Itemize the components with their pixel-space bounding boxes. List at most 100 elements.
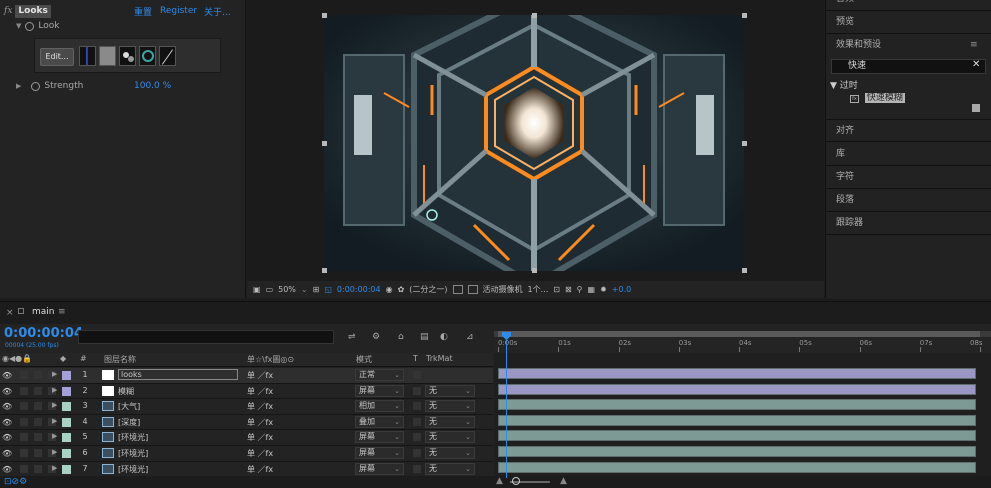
tab-menu-icon[interactable]: ≡ [58,307,66,317]
layer-row[interactable]: 👁 ▶ 1 looks 单 ／fx 正常 ⌄ [0,368,493,384]
new-folder-icon[interactable] [972,104,980,112]
camera-select[interactable]: 活动摄像机 [483,284,523,295]
panel-effects-presets[interactable]: 效果和预设 [826,34,991,57]
layer-name[interactable]: [环境光] [118,464,148,475]
resize-handle[interactable] [742,13,747,18]
expand-triangle-icon[interactable]: ▼ [16,22,21,30]
solo-toggle[interactable] [34,417,42,426]
trkmat-select[interactable]: 无 ⌄ [425,415,475,428]
look-thumb-2[interactable] [99,46,116,66]
visibility-eye-icon[interactable]: 👁 [2,371,12,380]
look-thumb-4[interactable] [139,46,156,66]
mask-toggle-icon[interactable]: ◱ [324,285,332,294]
layer-name[interactable]: [大气] [118,401,140,412]
chevron-down-icon[interactable]: ⌄ [301,285,308,294]
frame-blending-icon[interactable]: ▤ [420,332,429,342]
blend-mode-select[interactable]: 屏幕 ⌄ [355,462,404,475]
solo-toggle[interactable] [34,386,42,395]
label-color-swatch[interactable] [62,433,71,443]
column-mode[interactable]: 模式 [356,354,372,365]
time-ruler[interactable]: 0:00s 01s 02s 03s 04s 05s 06s 07s 08s [494,331,991,352]
snapshot-icon[interactable]: ▦ [588,285,596,294]
reset-link[interactable]: 重置 [134,5,152,18]
audio-toggle[interactable] [20,464,28,473]
layer-name[interactable]: [环境光] [118,448,148,459]
layer-duration-bar[interactable] [498,399,976,411]
layer-switches[interactable]: 单 ／fx [247,432,273,443]
draft-3d-icon[interactable]: ⚙ [372,332,380,342]
monitor-icon[interactable]: ▣ [253,285,261,294]
preserve-transparency-toggle[interactable] [413,433,421,442]
about-link[interactable]: 关于... [204,5,231,18]
panel-paragraph[interactable]: 段落 [826,189,991,212]
strength-value[interactable]: 100.0 % [134,81,171,91]
look-thumb-5[interactable] [159,46,176,66]
expand-triangle-icon[interactable]: ▶ [52,401,57,409]
panel-character[interactable]: 字符 [826,166,991,189]
resize-handle[interactable] [322,268,327,273]
effect-name[interactable]: Looks [15,4,51,18]
timeline-timecode[interactable]: 0:00:00:04 [4,326,83,341]
preserve-transparency-toggle[interactable] [413,417,421,426]
column-trkmat[interactable]: TrkMat [426,354,453,363]
panel-menu-icon[interactable]: ≡ [970,40,978,50]
label-color-swatch[interactable] [62,386,71,396]
layer-row[interactable]: 👁 ▶ 5 [环境光] 单 ／fx 屏幕 ⌄ 无 ⌄ [0,430,493,446]
resize-handle[interactable] [322,13,327,18]
look-thumb-1[interactable] [79,46,96,66]
layer-name[interactable]: [环境光] [118,432,148,443]
audio-toggle[interactable] [20,433,28,442]
panel-align[interactable]: 对齐 [826,119,991,142]
region-icon[interactable] [452,285,463,294]
expand-triangle-icon[interactable]: ▶ [52,370,57,378]
visibility-eye-icon[interactable]: 👁 [2,418,12,427]
camera-icon[interactable]: ◉ [386,285,393,294]
preserve-transparency-toggle[interactable] [413,371,421,379]
label-color-swatch[interactable] [62,449,71,458]
expand-triangle-icon[interactable]: ▼ [830,81,837,91]
solo-toggle[interactable] [34,402,42,411]
visibility-eye-icon[interactable]: 👁 [2,387,12,396]
tab-main[interactable]: main [32,307,55,317]
visibility-eye-icon[interactable]: 👁 [2,433,12,442]
expand-triangle-icon[interactable]: ▶ [52,417,57,425]
audio-toggle[interactable] [20,417,28,426]
solo-toggle[interactable] [34,371,42,379]
comp-mini-flowchart-icon[interactable]: ⇌ [348,332,356,342]
render-time-icon[interactable]: ⊡⊘⚙ [4,477,27,487]
expand-triangle-icon[interactable]: ▶ [52,386,57,394]
layer-switches[interactable]: 单 ／fx [247,464,273,475]
layer-row[interactable]: 👁 ▶ 3 [大气] 单 ／fx 相加 ⌄ 无 ⌄ [0,399,493,415]
zoom-slider-thumb[interactable] [512,477,520,485]
audio-toggle[interactable] [20,402,28,411]
trkmat-select[interactable]: 无 ⌄ [425,400,475,413]
visibility-eye-icon[interactable]: 👁 [2,465,12,474]
safe-zones-icon[interactable]: ⊞ [313,285,320,294]
exposure-value[interactable]: +0.0 [612,285,631,294]
layer-row[interactable]: 👁 ▶ 7 [环境光] 单 ／fx 屏幕 ⌄ 无 ⌄ [0,462,493,478]
preserve-transparency-toggle[interactable] [413,402,421,411]
solo-toggle[interactable] [34,464,42,473]
blend-mode-select[interactable]: 正常 ⌄ [355,369,404,381]
layer-search-input[interactable] [78,330,334,344]
blend-mode-select[interactable]: 相加 ⌄ [355,400,404,413]
trkmat-select[interactable]: 无 ⌄ [425,447,475,459]
audio-toggle[interactable] [20,386,28,395]
fx-icon[interactable]: fx [4,6,12,16]
layer-name[interactable]: 模糊 [118,386,134,397]
audio-toggle[interactable] [20,449,28,457]
layer-name[interactable]: [深度] [118,417,140,428]
panel-preview[interactable]: 预览 [826,11,991,34]
composition-canvas[interactable] [324,15,744,271]
viewer-timecode[interactable]: 0:00:00:04 [337,285,381,294]
layer-duration-bar[interactable] [498,414,976,426]
layer-duration-bar[interactable] [498,383,976,395]
label-color-swatch[interactable] [62,464,71,474]
zoom-in-icon[interactable]: ▲ [560,476,567,486]
look-thumb-3[interactable] [119,46,136,66]
trkmat-select[interactable]: 无 ⌄ [425,462,475,475]
display-icon[interactable]: ▭ [266,285,274,294]
clear-search-icon[interactable]: ✕ [972,59,980,70]
resize-handle[interactable] [532,13,537,18]
visibility-eye-icon[interactable]: 👁 [2,402,12,411]
